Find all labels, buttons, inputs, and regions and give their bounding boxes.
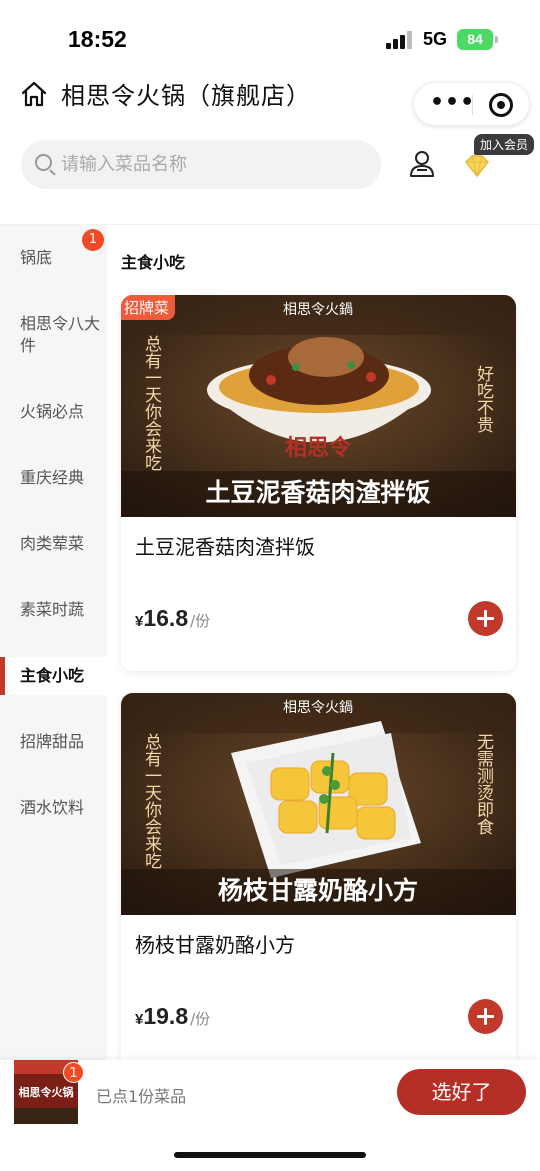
category-label: 相思令八大件 [20, 314, 101, 355]
capsule-divider [472, 95, 473, 115]
category-item-huoguo-bidian[interactable]: 火锅必点 [0, 401, 107, 423]
image-side-text-left: 总有一天你会来吃 [141, 335, 162, 471]
nav-header: 相思令火锅（旗舰店） ••• [0, 72, 540, 132]
price-value: 19.8 [143, 1003, 189, 1029]
category-label: 肉类荤菜 [20, 534, 85, 553]
dish-image: 相思令火鍋 相思令 土豆泥香菇肉渣拌饭 总有一天你会来吃 好吃不贵 招牌菜 [121, 295, 516, 517]
image-bowl-text: 相思令 [285, 435, 352, 461]
price-value: 16.8 [143, 605, 189, 631]
image-side-text-right: 好吃不贵 [473, 365, 494, 433]
add-to-cart-button[interactable] [468, 601, 503, 636]
close-target-icon[interactable] [489, 93, 513, 117]
dish-name: 土豆泥香菇肉渣拌饭 [135, 535, 315, 559]
more-menu-button[interactable]: ••• [430, 92, 475, 114]
category-item-vegetables[interactable]: 素菜时蔬 [0, 599, 107, 621]
dish-card[interactable]: 相思令火鍋 杨枝甘露奶酪小方 总有一天你会来吃 无需测烫即食 杨枝甘露奶酪小方 … [121, 693, 516, 1069]
category-label: 招牌甜品 [20, 732, 85, 751]
user-profile-icon[interactable] [409, 150, 435, 178]
category-sidebar: 锅底 相思令八大件 火锅必点 重庆经典 肉类荤菜 素菜时蔬 主食小吃 招牌甜品 … [0, 225, 107, 1060]
cart-bar: 相思令火锅 1 已点1份菜品 选好了 [0, 1060, 540, 1171]
image-banner-text: 杨枝甘露奶酪小方 [218, 876, 418, 905]
category-label: 火锅必点 [20, 402, 85, 421]
signature-tag: 招牌菜 [121, 295, 176, 320]
cart-thumbnail-text: 相思令火锅 [19, 1085, 74, 1099]
shop-title: 相思令火锅（旗舰店） [61, 82, 311, 110]
category-item-badajian[interactable]: 相思令八大件 [0, 313, 100, 357]
dish-price: ¥16.8/份 [135, 605, 210, 632]
image-brand-text: 相思令火鍋 [283, 700, 353, 716]
member-badge: 加入会员 [474, 134, 535, 155]
diamond-icon [465, 155, 489, 177]
search-icon [35, 154, 52, 171]
dish-name: 杨枝甘露奶酪小方 [135, 933, 295, 957]
category-item-staples[interactable]: 主食小吃 [0, 657, 107, 695]
category-label: 素菜时蔬 [20, 600, 85, 619]
search-bar [21, 140, 381, 189]
section-title: 主食小吃 [121, 253, 186, 272]
home-icon[interactable] [20, 80, 48, 108]
category-item-chongqing[interactable]: 重庆经典 [0, 467, 107, 489]
member-entry[interactable]: 加入会员 [462, 134, 540, 184]
checkout-button[interactable]: 选好了 [397, 1069, 526, 1115]
category-item-desserts[interactable]: 招牌甜品 [0, 731, 107, 753]
category-item-drinks[interactable]: 酒水饮料 [0, 797, 107, 819]
image-banner-text: 土豆泥香菇肉渣拌饭 [205, 478, 430, 507]
price-unit: /份 [190, 1010, 211, 1028]
dish-price: ¥19.8/份 [135, 1003, 210, 1030]
status-time: 18:52 [68, 26, 127, 52]
network-type: 5G [423, 29, 448, 49]
home-indicator [174, 1152, 366, 1158]
image-side-text-left: 总有一天你会来吃 [141, 733, 162, 869]
category-label: 主食小吃 [20, 666, 85, 685]
category-count-badge: 1 [82, 229, 104, 251]
image-side-text-right: 无需测烫即食 [473, 733, 494, 835]
category-item-meat[interactable]: 肉类荤菜 [0, 533, 107, 555]
category-label: 锅底 [20, 248, 53, 267]
image-brand-text: 相思令火鍋 [283, 302, 353, 318]
add-to-cart-button[interactable] [468, 999, 503, 1034]
search-input[interactable] [61, 140, 371, 189]
status-bar: 18:52 5G 84 [0, 0, 540, 80]
dish-image: 相思令火鍋 杨枝甘露奶酪小方 总有一天你会来吃 无需测烫即食 [121, 693, 516, 915]
category-label: 酒水饮料 [20, 798, 85, 817]
dish-card[interactable]: 相思令火鍋 相思令 土豆泥香菇肉渣拌饭 总有一天你会来吃 好吃不贵 招牌菜 土豆… [121, 295, 516, 671]
battery-icon: 84 [457, 29, 498, 50]
price-unit: /份 [190, 612, 211, 630]
category-label: 重庆经典 [20, 468, 85, 487]
mini-program-capsule: ••• [413, 82, 530, 126]
cellular-signal-icon [386, 31, 414, 49]
cart-count-badge: 1 [63, 1062, 84, 1083]
cart-summary: 已点1份菜品 [96, 1087, 187, 1106]
